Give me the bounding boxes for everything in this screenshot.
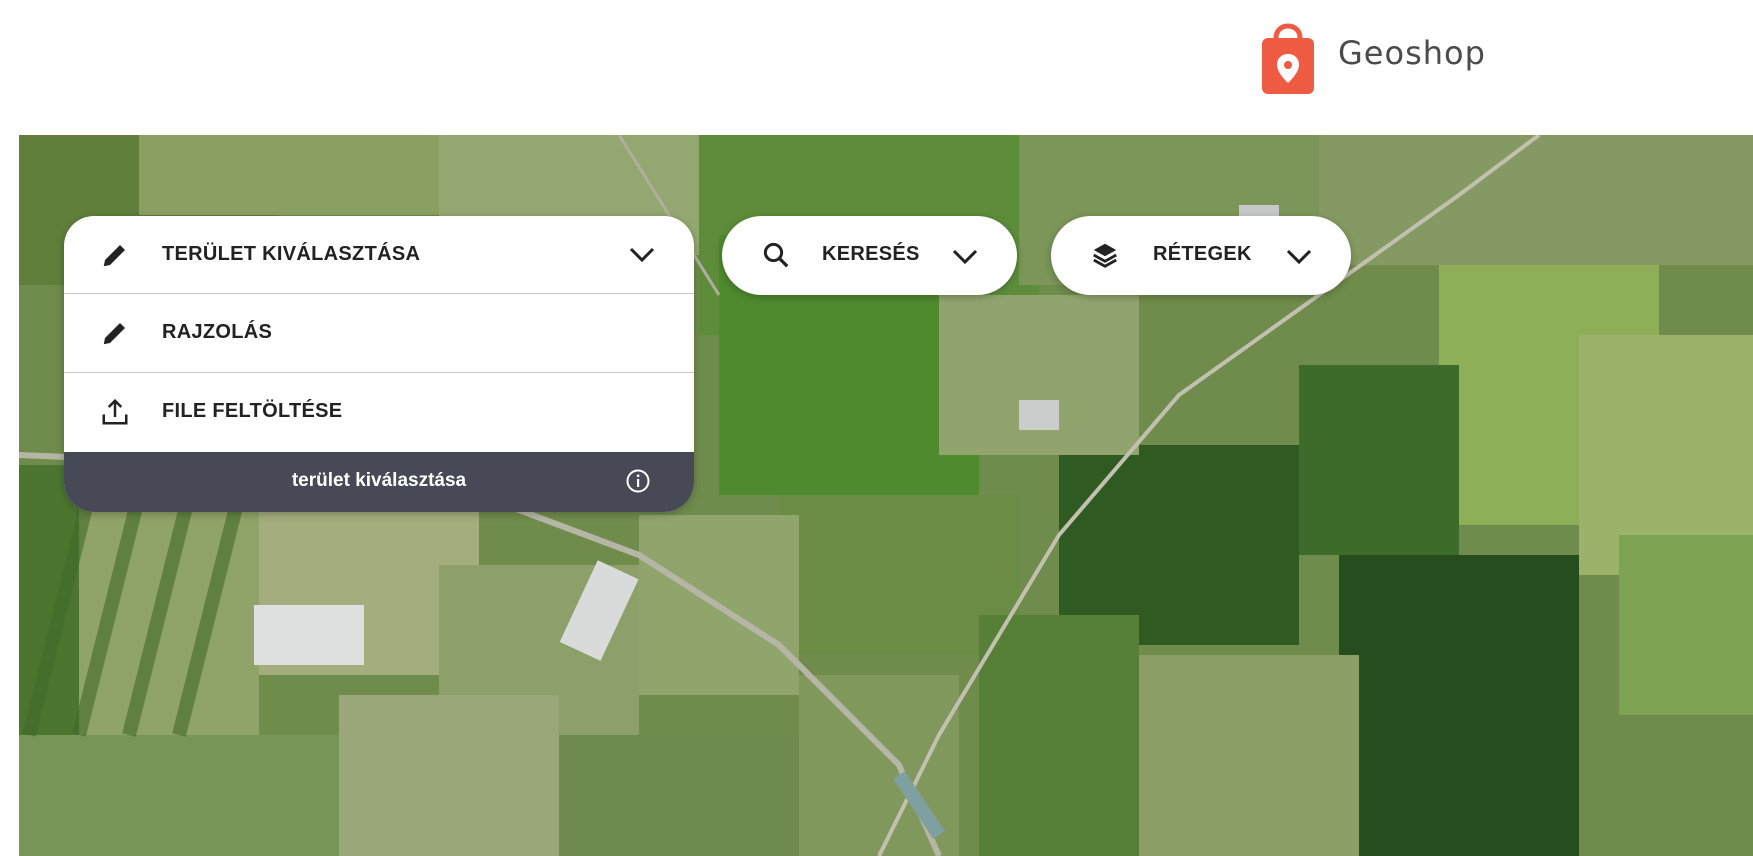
layers-label: RÉTEGEK xyxy=(1153,243,1252,265)
search-button[interactable]: KERESÉS xyxy=(722,216,1017,295)
menu-item-upload-file[interactable]: FILE FELTÖLTÉSE xyxy=(64,373,694,450)
chevron-down-icon[interactable] xyxy=(627,245,657,265)
layers-icon xyxy=(1093,243,1117,268)
menu-item-draw[interactable]: RAJZOLÁS xyxy=(64,294,694,371)
menu-item-label: FILE FELTÖLTÉSE xyxy=(162,400,343,422)
shopping-bag-location-icon xyxy=(1262,23,1314,94)
app-header: Geoshop xyxy=(0,0,1753,135)
footer-text: terület kiválasztása xyxy=(291,470,467,491)
area-selection-panel: TERÜLET KIVÁLASZTÁSA RAJZOLÁS FILE FELTÖ… xyxy=(64,216,694,512)
layers-button[interactable]: RÉTEGEK xyxy=(1051,216,1351,295)
info-icon[interactable] xyxy=(625,468,651,494)
chevron-down-icon xyxy=(952,249,978,265)
pencil-icon xyxy=(103,322,125,344)
brand-logo[interactable]: Geoshop xyxy=(1260,14,1486,98)
area-selection-footer: terület kiválasztása xyxy=(64,452,694,512)
search-label: KERESÉS xyxy=(822,243,920,265)
pencil-icon xyxy=(103,244,125,266)
chevron-down-icon xyxy=(1286,249,1312,265)
menu-item-label: RAJZOLÁS xyxy=(162,321,273,343)
brand-name: Geoshop xyxy=(1338,34,1486,72)
upload-icon xyxy=(102,398,128,424)
search-icon xyxy=(763,242,789,268)
area-selection-header[interactable]: TERÜLET KIVÁLASZTÁSA xyxy=(64,216,694,293)
area-selection-title: TERÜLET KIVÁLASZTÁSA xyxy=(162,243,421,265)
